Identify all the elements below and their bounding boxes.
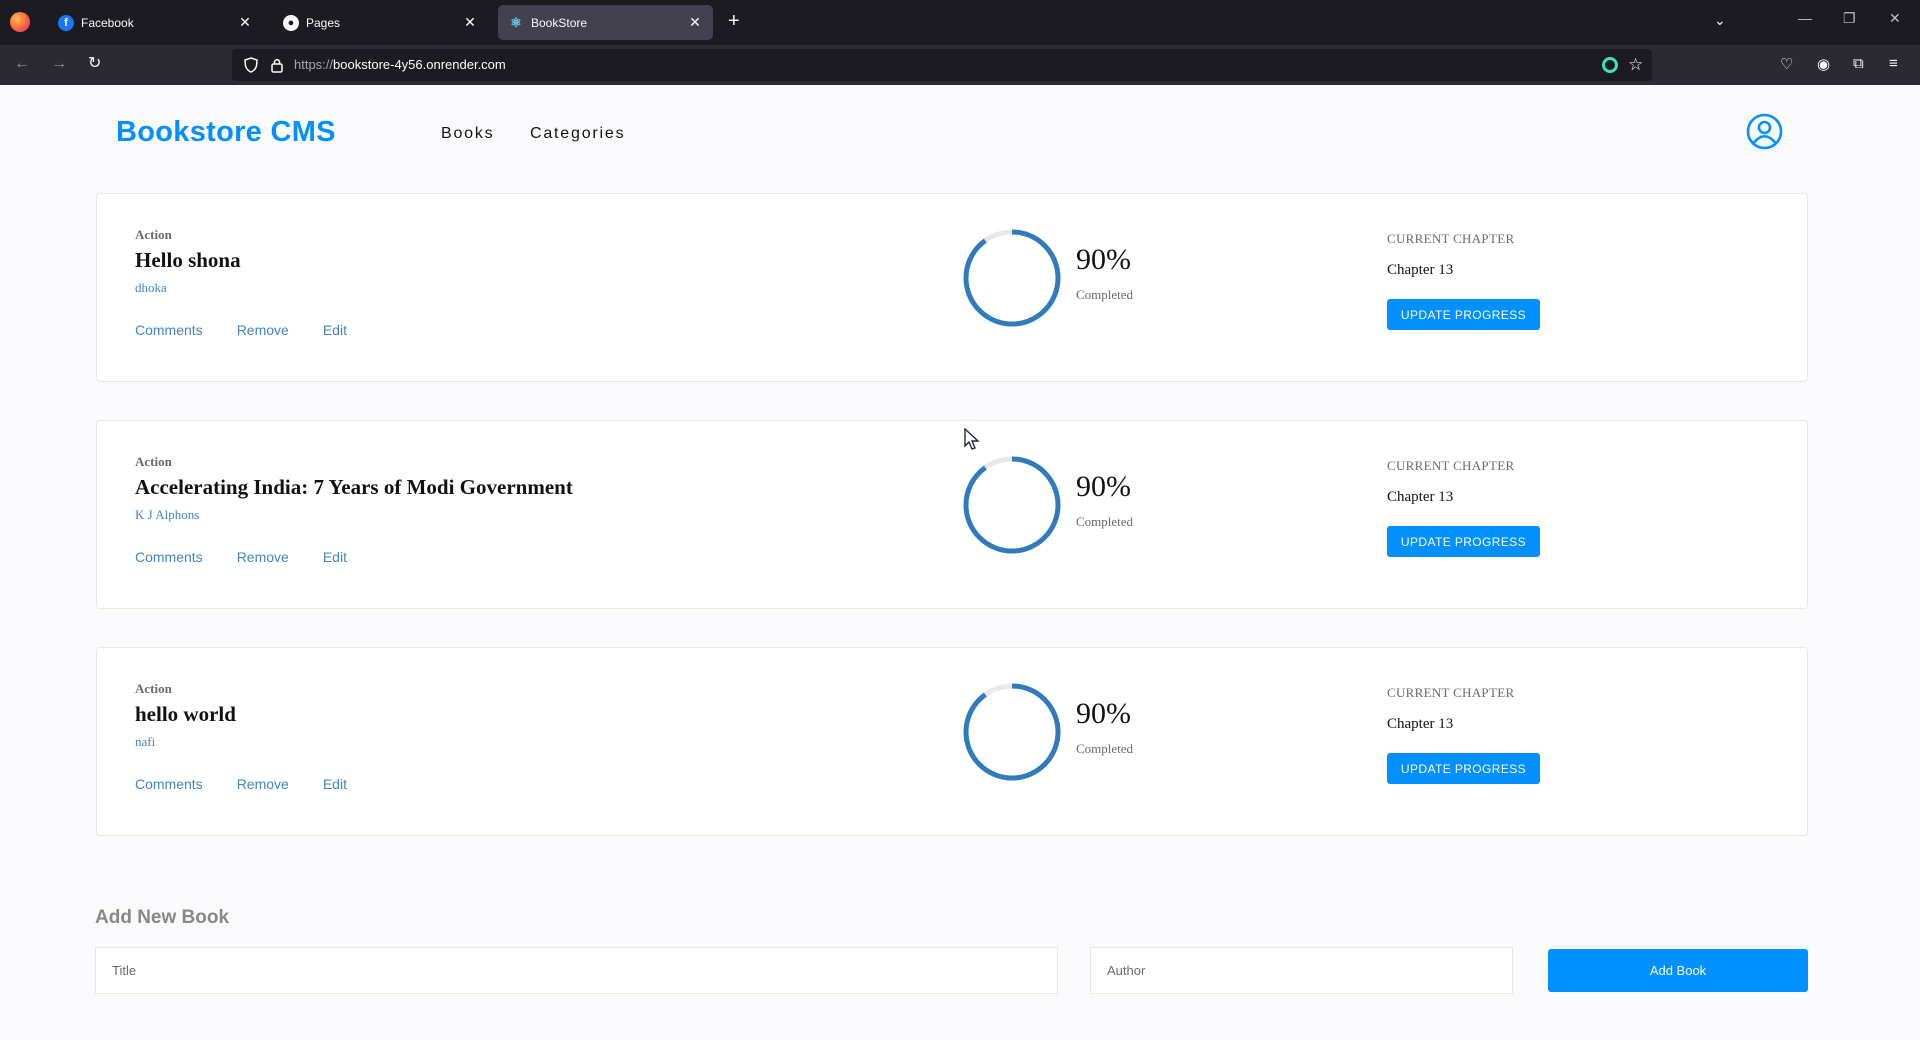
edit-button[interactable]: Edit bbox=[323, 776, 347, 792]
browser-nav-bar: ← → ↻ https://bookstore-4y56.onrender.co… bbox=[0, 45, 1920, 85]
close-tab-icon[interactable]: ✕ bbox=[237, 14, 253, 31]
brand-logo[interactable]: Bookstore CMS bbox=[116, 116, 336, 149]
book-author[interactable]: K J Alphons bbox=[135, 507, 199, 523]
tab-bookstore[interactable]: ⚛ BookStore ✕ bbox=[498, 5, 713, 40]
book-title: Accelerating India: 7 Years of Modi Gove… bbox=[135, 475, 573, 499]
add-book-button[interactable]: Add Book bbox=[1548, 949, 1808, 992]
comments-button[interactable]: Comments bbox=[135, 322, 203, 338]
book-genre: Action bbox=[135, 227, 172, 242]
book-card: Action hello world nafi Comments Remove … bbox=[96, 647, 1808, 836]
restore-icon[interactable]: ❐ bbox=[1843, 10, 1856, 27]
progress-percent: 90% bbox=[1076, 470, 1131, 503]
current-chapter-label: CURRENT CHAPTER bbox=[1387, 458, 1515, 473]
update-progress-button[interactable]: UPDATE PROGRESS bbox=[1387, 753, 1540, 784]
book-genre: Action bbox=[135, 681, 172, 696]
tracking-protection-shield-icon[interactable] bbox=[244, 57, 258, 73]
progress-ring bbox=[963, 229, 1061, 327]
close-tab-icon[interactable]: ✕ bbox=[462, 14, 478, 31]
remove-button[interactable]: Remove bbox=[237, 549, 289, 565]
current-chapter-label: CURRENT CHAPTER bbox=[1387, 685, 1515, 700]
remove-button[interactable]: Remove bbox=[237, 776, 289, 792]
book-actions: Comments Remove Edit bbox=[135, 322, 381, 338]
app-menu-icon[interactable]: ≡ bbox=[1889, 55, 1898, 72]
new-tab-button[interactable]: + bbox=[728, 11, 740, 31]
progress-percent: 90% bbox=[1076, 243, 1131, 276]
current-chapter: Chapter 13 bbox=[1387, 716, 1454, 732]
completed-label: Completed bbox=[1076, 514, 1134, 529]
book-actions: Comments Remove Edit bbox=[135, 549, 381, 565]
close-window-icon[interactable]: ✕ bbox=[1889, 10, 1901, 27]
minimize-icon[interactable]: — bbox=[1798, 10, 1812, 26]
back-icon[interactable]: ← bbox=[14, 54, 30, 74]
extensions-icon[interactable]: ⧉ bbox=[1853, 55, 1864, 72]
book-card: Action Hello shona dhoka Comments Remove… bbox=[96, 193, 1808, 382]
book-title: hello world bbox=[135, 702, 236, 726]
completed-label: Completed bbox=[1076, 741, 1134, 756]
pocket-icon[interactable]: ♡ bbox=[1780, 55, 1793, 73]
url-bar[interactable]: https://bookstore-4y56.onrender.com ☆ bbox=[232, 49, 1652, 81]
react-icon: ⚛ bbox=[510, 14, 522, 30]
bookmark-star-icon[interactable]: ☆ bbox=[1628, 55, 1643, 75]
comments-button[interactable]: Comments bbox=[135, 549, 203, 565]
list-all-tabs-icon[interactable]: ⌄ bbox=[1714, 12, 1726, 29]
reload-icon[interactable]: ↻ bbox=[88, 54, 101, 74]
update-progress-button[interactable]: UPDATE PROGRESS bbox=[1387, 526, 1540, 557]
lock-icon[interactable] bbox=[270, 57, 284, 73]
firefox-logo-icon[interactable] bbox=[10, 12, 30, 32]
github-icon: ● bbox=[283, 14, 299, 31]
book-author[interactable]: dhoka bbox=[135, 280, 167, 296]
edit-button[interactable]: Edit bbox=[323, 322, 347, 338]
remove-button[interactable]: Remove bbox=[237, 322, 289, 338]
progress-ring bbox=[963, 683, 1061, 781]
tab-pages[interactable]: ● Pages ✕ bbox=[273, 5, 488, 40]
book-title: Hello shona bbox=[135, 248, 241, 272]
tab-facebook[interactable]: f Facebook ✕ bbox=[48, 5, 263, 40]
url-text[interactable]: https://bookstore-4y56.onrender.com bbox=[294, 57, 506, 72]
title-input[interactable] bbox=[95, 947, 1058, 994]
nav-categories-link[interactable]: Categories bbox=[530, 125, 625, 143]
edit-button[interactable]: Edit bbox=[323, 549, 347, 565]
completed-label: Completed bbox=[1076, 287, 1134, 302]
close-tab-icon[interactable]: ✕ bbox=[687, 14, 703, 31]
facebook-icon: f bbox=[58, 14, 74, 31]
progress-ring bbox=[963, 456, 1061, 554]
author-input[interactable] bbox=[1090, 947, 1513, 994]
progress-percent: 90% bbox=[1076, 697, 1131, 730]
book-card: Action Accelerating India: 7 Years of Mo… bbox=[96, 420, 1808, 609]
book-actions: Comments Remove Edit bbox=[135, 776, 381, 792]
account-icon[interactable]: ◉ bbox=[1817, 55, 1830, 73]
book-author[interactable]: nafi bbox=[135, 734, 155, 750]
extension-status-icon[interactable] bbox=[1602, 57, 1618, 73]
user-profile-icon[interactable] bbox=[1746, 113, 1783, 150]
add-book-heading: Add New Book bbox=[95, 907, 230, 928]
update-progress-button[interactable]: UPDATE PROGRESS bbox=[1387, 299, 1540, 330]
book-genre: Action bbox=[135, 454, 172, 469]
forward-icon[interactable]: → bbox=[51, 54, 67, 74]
mouse-cursor-icon bbox=[964, 428, 980, 450]
current-chapter: Chapter 13 bbox=[1387, 489, 1454, 505]
current-chapter: Chapter 13 bbox=[1387, 262, 1454, 278]
comments-button[interactable]: Comments bbox=[135, 776, 203, 792]
nav-books-link[interactable]: Books bbox=[441, 125, 494, 143]
browser-tab-bar: f Facebook ✕ ● Pages ✕ ⚛ BookStore ✕ + ⌄… bbox=[0, 0, 1920, 45]
current-chapter-label: CURRENT CHAPTER bbox=[1387, 231, 1515, 246]
